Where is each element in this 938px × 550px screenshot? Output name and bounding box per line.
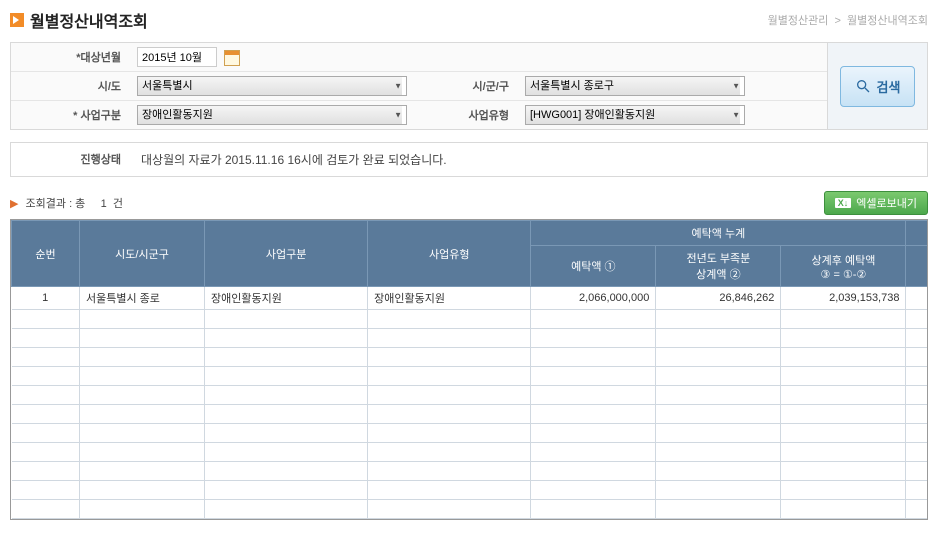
result-count: ▶ 조회결과 : 총 1 건 [10,195,123,211]
status-text: 대상월의 자료가 2015.11.16 16시에 검토가 완료 되었습니다. [131,143,457,176]
table-row-empty [12,310,928,329]
result-prefix: 조회결과 : 총 [26,198,86,210]
table-row-empty [12,443,928,462]
bizdiv-select[interactable]: 장애인활동지원 [137,105,407,125]
search-button-label: 검색 [877,77,901,96]
table-row-empty [12,367,928,386]
biztype-label: 사업유형 [419,101,519,129]
status-label: 진행상태 [11,143,131,176]
col-biztype: 사업유형 [368,221,531,287]
table-row-empty [12,481,928,500]
col-deposit2: 전년도 부족분 상계액 ② [656,246,781,287]
target-month-input[interactable] [137,47,217,67]
breadcrumb-item: 월별정산내역조회 [847,15,928,27]
page-title-icon [10,13,24,27]
search-button[interactable]: 검색 [840,66,916,107]
col-deposit3: 상계후 예탁액 ③ = ①-② [781,246,906,287]
col-bizdiv: 사업구분 [205,221,368,287]
table-row-empty [12,329,928,348]
result-grid: 순번 시도/시군구 사업구분 사업유형 예탁액 누계 지 급 액 예탁액 ① 전… [10,219,928,520]
excel-icon: X↓ [835,198,852,208]
cell-bizdiv: 장애인활동지원 [205,287,368,310]
status-panel: 진행상태 대상월의 자료가 2015.11.16 16시에 검토가 완료 되었습… [10,142,928,177]
excel-export-button[interactable]: X↓ 엑셀로보내기 [824,191,928,215]
col-region: 시도/시군구 [79,221,204,287]
target-month-label: *대상년월 [11,43,131,71]
table-row-empty [12,405,928,424]
sido-label: 시/도 [11,72,131,100]
bizdiv-label: * 사업구분 [11,101,131,129]
search-panel: *대상년월 시/도 서울특별시 시/군/구 서울특 [10,42,928,130]
biztype-select[interactable]: [HWG001] 장애인활동지원 [525,105,745,125]
result-unit: 건 [113,198,123,210]
col-deposit1: 예탁액 ① [531,246,656,287]
breadcrumb: 월별정산관리 > 월별정산내역조회 [768,12,928,28]
calendar-icon[interactable] [224,50,240,66]
col-deposit-group: 예탁액 누계 [531,221,906,246]
result-number: 1 [101,198,107,210]
cell-seq: 1 [12,287,80,310]
table-row[interactable]: 1 서울특별시 종로 장애인활동지원 장애인활동지원 2,066,000,000… [12,287,928,310]
sigungu-label: 시/군/구 [419,72,519,100]
col-pay-group: 지 급 액 [906,221,927,246]
col-pay1: 전월까지 지급액 누계④ [906,246,927,287]
page-title: 월별정산내역조회 [30,8,148,32]
table-row-empty [12,386,928,405]
cell-p1: 1,676,142,723 [906,287,927,310]
sido-select[interactable]: 서울특별시 [137,76,407,96]
cell-d2: 26,846,262 [656,287,781,310]
cell-biztype: 장애인활동지원 [368,287,531,310]
cell-d1: 2,066,000,000 [531,287,656,310]
col-seq: 순번 [12,221,80,287]
cell-region: 서울특별시 종로 [79,287,204,310]
table-row-empty [12,462,928,481]
table-row-empty [12,348,928,367]
breadcrumb-item: 월별정산관리 [768,15,829,27]
excel-button-label: 엑셀로보내기 [856,195,917,211]
grid-horizontal-scroll[interactable]: 순번 시도/시군구 사업구분 사업유형 예탁액 누계 지 급 액 예탁액 ① 전… [11,220,927,519]
table-row-empty [12,500,928,519]
search-icon [855,78,871,94]
table-row-empty [12,424,928,443]
sigungu-select[interactable]: 서울특별시 종로구 [525,76,745,96]
cell-d3: 2,039,153,738 [781,287,906,310]
